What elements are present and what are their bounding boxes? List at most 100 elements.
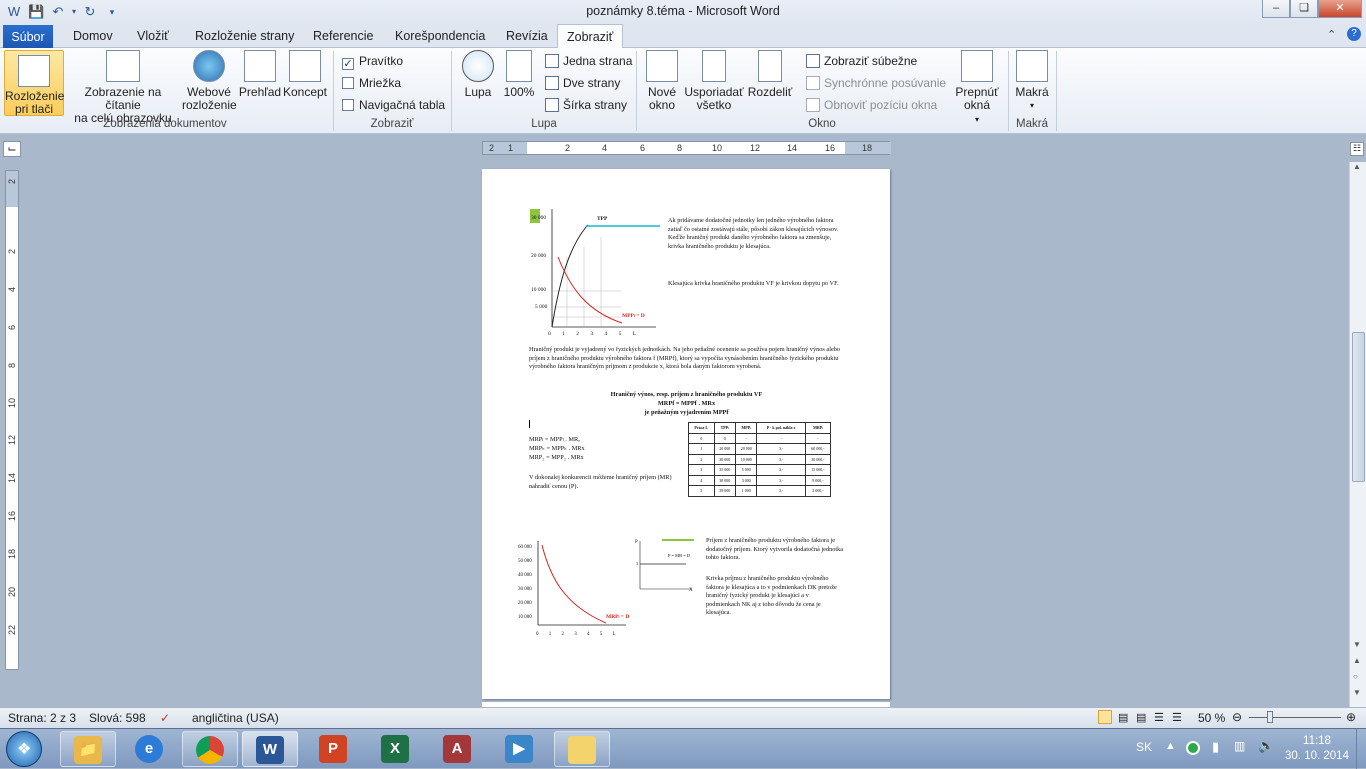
network-icon[interactable]: ▥: [1234, 739, 1245, 753]
taskbar-word[interactable]: W: [242, 731, 298, 767]
ruler-tick: 16: [7, 511, 17, 522]
excel-icon: X: [381, 735, 409, 763]
sync-scroll-button[interactable]: Synchrónne posúvanie: [806, 74, 946, 92]
scroll-down-icon[interactable]: ▼: [1353, 640, 1361, 649]
page-count[interactable]: Strana: 2 z 3: [8, 711, 76, 725]
outline-button[interactable]: Prehľad: [238, 50, 282, 99]
minimize-ribbon-icon[interactable]: ⌃: [1327, 28, 1336, 41]
draft-view-icon[interactable]: ☰: [1172, 711, 1182, 724]
next-page-icon[interactable]: ▼: [1353, 688, 1361, 697]
tab-view[interactable]: Zobraziť: [557, 24, 624, 49]
explorer-icon: 📁: [74, 736, 102, 764]
proofing-icon[interactable]: ✓: [160, 711, 170, 725]
close-button[interactable]: ✕: [1318, 0, 1362, 18]
two-pages-button[interactable]: Dve strany: [545, 74, 620, 92]
web-layout-button[interactable]: Webové rozloženie: [182, 50, 237, 112]
minimize-button[interactable]: –: [1262, 0, 1290, 18]
paragraph-demand-curve: Klesajúca krivka hraničného produktu VF …: [668, 280, 839, 287]
table-cell: 3,-: [756, 453, 806, 465]
print-layout-view-icon[interactable]: [1098, 710, 1112, 724]
browse-object-icon[interactable]: ○: [1353, 672, 1358, 681]
full-reading-button[interactable]: Zobrazenie na čítanie na celú obrazovku: [68, 50, 178, 125]
zoom-slider-thumb[interactable]: [1267, 711, 1273, 723]
arrange-all-button[interactable]: Usporiadať všetko: [684, 50, 744, 112]
tab-page-layout[interactable]: Rozloženie strany: [186, 24, 303, 48]
web-view-icon[interactable]: ▤: [1136, 711, 1146, 724]
taskbar-ie[interactable]: e: [122, 731, 178, 767]
view-ruler-icon[interactable]: ☷: [1350, 142, 1364, 156]
switch-windows-button[interactable]: Prepnúť okná ▾: [950, 50, 1004, 126]
tab-review[interactable]: Revízia: [497, 24, 557, 48]
prev-page-icon[interactable]: ▲: [1353, 656, 1361, 665]
zoom-slider[interactable]: [1249, 717, 1341, 718]
zoom-in-icon[interactable]: ⊕: [1346, 710, 1356, 724]
table-row: 00---: [688, 432, 832, 444]
zoom-out-icon[interactable]: ⊖: [1232, 710, 1242, 724]
taskbar-folder[interactable]: [554, 731, 610, 767]
reading-view-icon[interactable]: ▤: [1118, 711, 1128, 724]
scroll-up-icon[interactable]: ▲: [1353, 162, 1361, 171]
draft-button[interactable]: Koncept: [282, 50, 328, 99]
tray-expand-icon[interactable]: ▲: [1165, 740, 1176, 752]
word-count[interactable]: Slová: 598: [89, 711, 146, 725]
show-desktop-button[interactable]: [1356, 729, 1366, 769]
page-width-button[interactable]: Šírka strany: [545, 96, 627, 114]
zoom-level[interactable]: 50 %: [1198, 711, 1225, 725]
clock[interactable]: 11:18 30. 10. 2014: [1282, 734, 1352, 764]
taskbar-explorer[interactable]: 📁: [60, 731, 116, 767]
powerpoint-icon: P: [319, 735, 347, 763]
volume-icon[interactable]: 🔈: [1258, 738, 1274, 754]
input-language[interactable]: SK: [1136, 740, 1152, 754]
vertical-ruler[interactable]: 2 2 4 6 8 10 12 14 16 18 20 22: [5, 170, 19, 670]
taskbar-excel[interactable]: X: [368, 731, 424, 767]
ruler-tick: 8: [677, 143, 683, 153]
gridlines-checkbox[interactable]: Mriežka: [342, 74, 401, 92]
document-page[interactable]: 30 000 20 000 10 000 5 000 0 1 2 3 4 5 L…: [482, 169, 890, 699]
tab-file[interactable]: Súbor: [3, 25, 53, 48]
horizontal-ruler[interactable]: 2 1 2 4 6 8 10 12 14 16 18: [482, 141, 891, 155]
heading-meaning: je peňažným vyjadrením MPPf: [644, 409, 729, 416]
group-label-zoom: Lupa: [531, 118, 557, 130]
side-by-side-button[interactable]: Zobraziť súbežne: [806, 52, 917, 70]
tab-references[interactable]: Referencie: [304, 24, 382, 48]
reset-position-button[interactable]: Obnoviť pozíciu okna: [806, 96, 937, 114]
tab-home[interactable]: Domov: [64, 24, 122, 48]
battery-icon[interactable]: ▮: [1212, 739, 1219, 755]
outline-view-icon[interactable]: ☰: [1154, 711, 1164, 724]
table-cell: 5 000: [734, 464, 758, 476]
macros-button[interactable]: Makrá ▾: [1012, 50, 1052, 112]
taskbar-media[interactable]: ▶: [492, 731, 548, 767]
ruler-checkbox[interactable]: ✓ Pravítko: [342, 52, 403, 70]
ruler-tick: 22: [7, 625, 17, 636]
taskbar-powerpoint[interactable]: P: [306, 731, 362, 767]
zoom-100-label: 100%: [503, 85, 535, 99]
paragraph-marginal-revenue: Hraničný produkt je vyjadrený vo fyzický…: [529, 346, 841, 371]
table-cell: 60 000,-: [804, 443, 832, 455]
new-window-button[interactable]: Nové okno: [642, 50, 682, 112]
split-button[interactable]: Rozdeliť: [746, 50, 794, 99]
paragraph-perfect-competition: V dokonalej konkurencii môžeme hraničný …: [529, 474, 672, 490]
vertical-scrollbar[interactable]: ▲ ▼ ▲ ○ ▼: [1349, 162, 1366, 707]
taskbar: ❖ 📁 e W P X A ▶ SK ▲ ▮ ▥ 🔈 11:18 30. 10.…: [0, 728, 1366, 769]
tab-selector-icon[interactable]: ⌙: [3, 141, 21, 157]
zoom-100-button[interactable]: 100%: [502, 50, 536, 99]
maximize-button[interactable]: ❑: [1290, 0, 1318, 18]
table-header-cell: MPPₗ: [734, 422, 758, 434]
scroll-thumb[interactable]: [1352, 332, 1365, 482]
tray-app-icon[interactable]: [1186, 741, 1200, 755]
tab-mailings[interactable]: Korešpondencia: [386, 24, 494, 48]
taskbar-access[interactable]: A: [430, 731, 486, 767]
taskbar-chrome[interactable]: [182, 731, 238, 767]
zoom-button[interactable]: Lupa: [460, 50, 496, 99]
tab-insert[interactable]: Vložiť: [128, 24, 178, 48]
y-tick: 5 000: [535, 304, 548, 310]
start-button[interactable]: ❖: [6, 731, 42, 767]
ruler-tick: 2: [7, 249, 17, 255]
one-page-button[interactable]: Jedna strana: [545, 52, 632, 70]
print-layout-button[interactable]: Rozloženie pri tlači: [4, 50, 64, 116]
nav-pane-checkbox[interactable]: Navigačná tabla: [342, 96, 445, 114]
side-by-side-icon: [806, 54, 820, 68]
table-cell: 15 000,-: [804, 464, 832, 476]
help-icon[interactable]: ?: [1347, 27, 1361, 41]
language[interactable]: angličtina (USA): [192, 711, 279, 725]
